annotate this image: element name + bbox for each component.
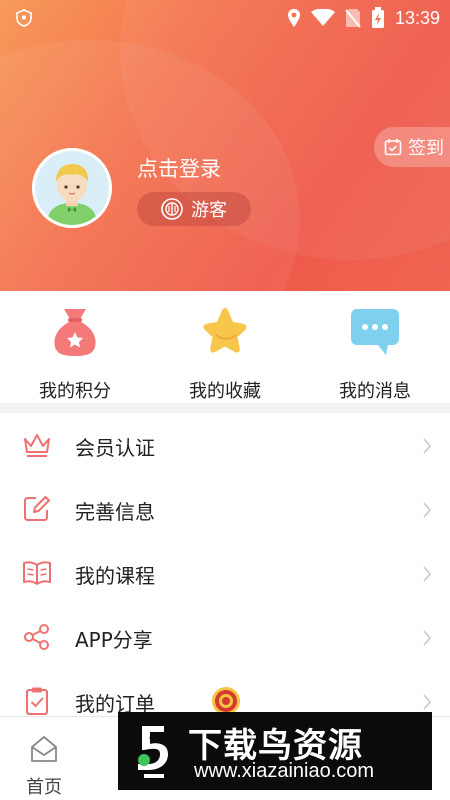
star-icon bbox=[203, 308, 247, 353]
watermark-banner: 下载鸟资源 www.xiazainiao.com bbox=[118, 712, 432, 790]
quick-action-label: 我的积分 bbox=[39, 381, 111, 402]
crown-icon bbox=[24, 434, 50, 457]
book-icon bbox=[23, 561, 51, 585]
wifi-icon bbox=[310, 9, 335, 26]
menu-item-complete-info[interactable]: 完善信息 bbox=[0, 477, 450, 541]
menu-item-label: 会员认证 bbox=[75, 436, 155, 460]
share-icon bbox=[24, 624, 49, 650]
watermark-url: www.xiazainiao.com bbox=[194, 760, 375, 782]
chevron-right-icon bbox=[423, 438, 432, 454]
menu-item-courses[interactable]: 我的课程 bbox=[0, 541, 450, 605]
money-bag-icon bbox=[54, 309, 96, 356]
signin-label: 签到 bbox=[408, 138, 444, 159]
chat-bubble-icon bbox=[351, 309, 399, 355]
shield-icon bbox=[16, 9, 32, 27]
menu-item-label: 完善信息 bbox=[75, 500, 155, 524]
chevron-right-icon bbox=[423, 502, 432, 518]
guest-emblem-icon bbox=[161, 198, 183, 220]
section-divider bbox=[0, 403, 450, 413]
quick-action-favorites[interactable]: 我的收藏 bbox=[165, 305, 285, 402]
quick-action-label: 我的收藏 bbox=[189, 381, 261, 402]
avatar-boy-icon bbox=[35, 151, 109, 225]
location-icon bbox=[287, 9, 300, 27]
quick-action-points[interactable]: 我的积分 bbox=[15, 305, 135, 402]
quick-actions: 我的积分 我的收藏 我的消息 bbox=[0, 291, 450, 403]
home-icon bbox=[31, 736, 57, 762]
no-sim-icon bbox=[345, 9, 361, 28]
chevron-right-icon bbox=[423, 630, 432, 646]
menu-item-label: APP分享 bbox=[75, 628, 153, 652]
login-link[interactable]: 点击登录 bbox=[137, 153, 221, 183]
guest-label: 游客 bbox=[191, 200, 227, 221]
calendar-check-icon bbox=[384, 139, 402, 156]
status-bar: 13:39 bbox=[0, 0, 450, 36]
avatar[interactable] bbox=[32, 148, 112, 228]
menu-item-membership[interactable]: 会员认证 bbox=[0, 413, 450, 477]
tab-home[interactable]: 首页 bbox=[14, 729, 74, 798]
edit-icon bbox=[24, 496, 50, 521]
quick-action-label: 我的消息 bbox=[339, 381, 411, 402]
menu-item-label: 我的课程 bbox=[75, 564, 155, 588]
chevron-right-icon bbox=[423, 566, 432, 582]
menu-item-app-share[interactable]: APP分享 bbox=[0, 605, 450, 669]
chevron-right-icon bbox=[423, 694, 432, 710]
profile-header: 13:39 签到 点击登录 游客 bbox=[0, 0, 450, 291]
status-time: 13:39 bbox=[394, 7, 440, 28]
quick-action-messages[interactable]: 我的消息 bbox=[315, 305, 435, 402]
clipboard-icon bbox=[26, 687, 48, 715]
tab-home-label: 首页 bbox=[26, 777, 62, 798]
battery-charging-icon bbox=[371, 7, 384, 28]
signin-button[interactable]: 签到 bbox=[374, 127, 450, 167]
bird-logo-icon bbox=[138, 726, 168, 778]
guest-badge: 游客 bbox=[137, 192, 251, 226]
